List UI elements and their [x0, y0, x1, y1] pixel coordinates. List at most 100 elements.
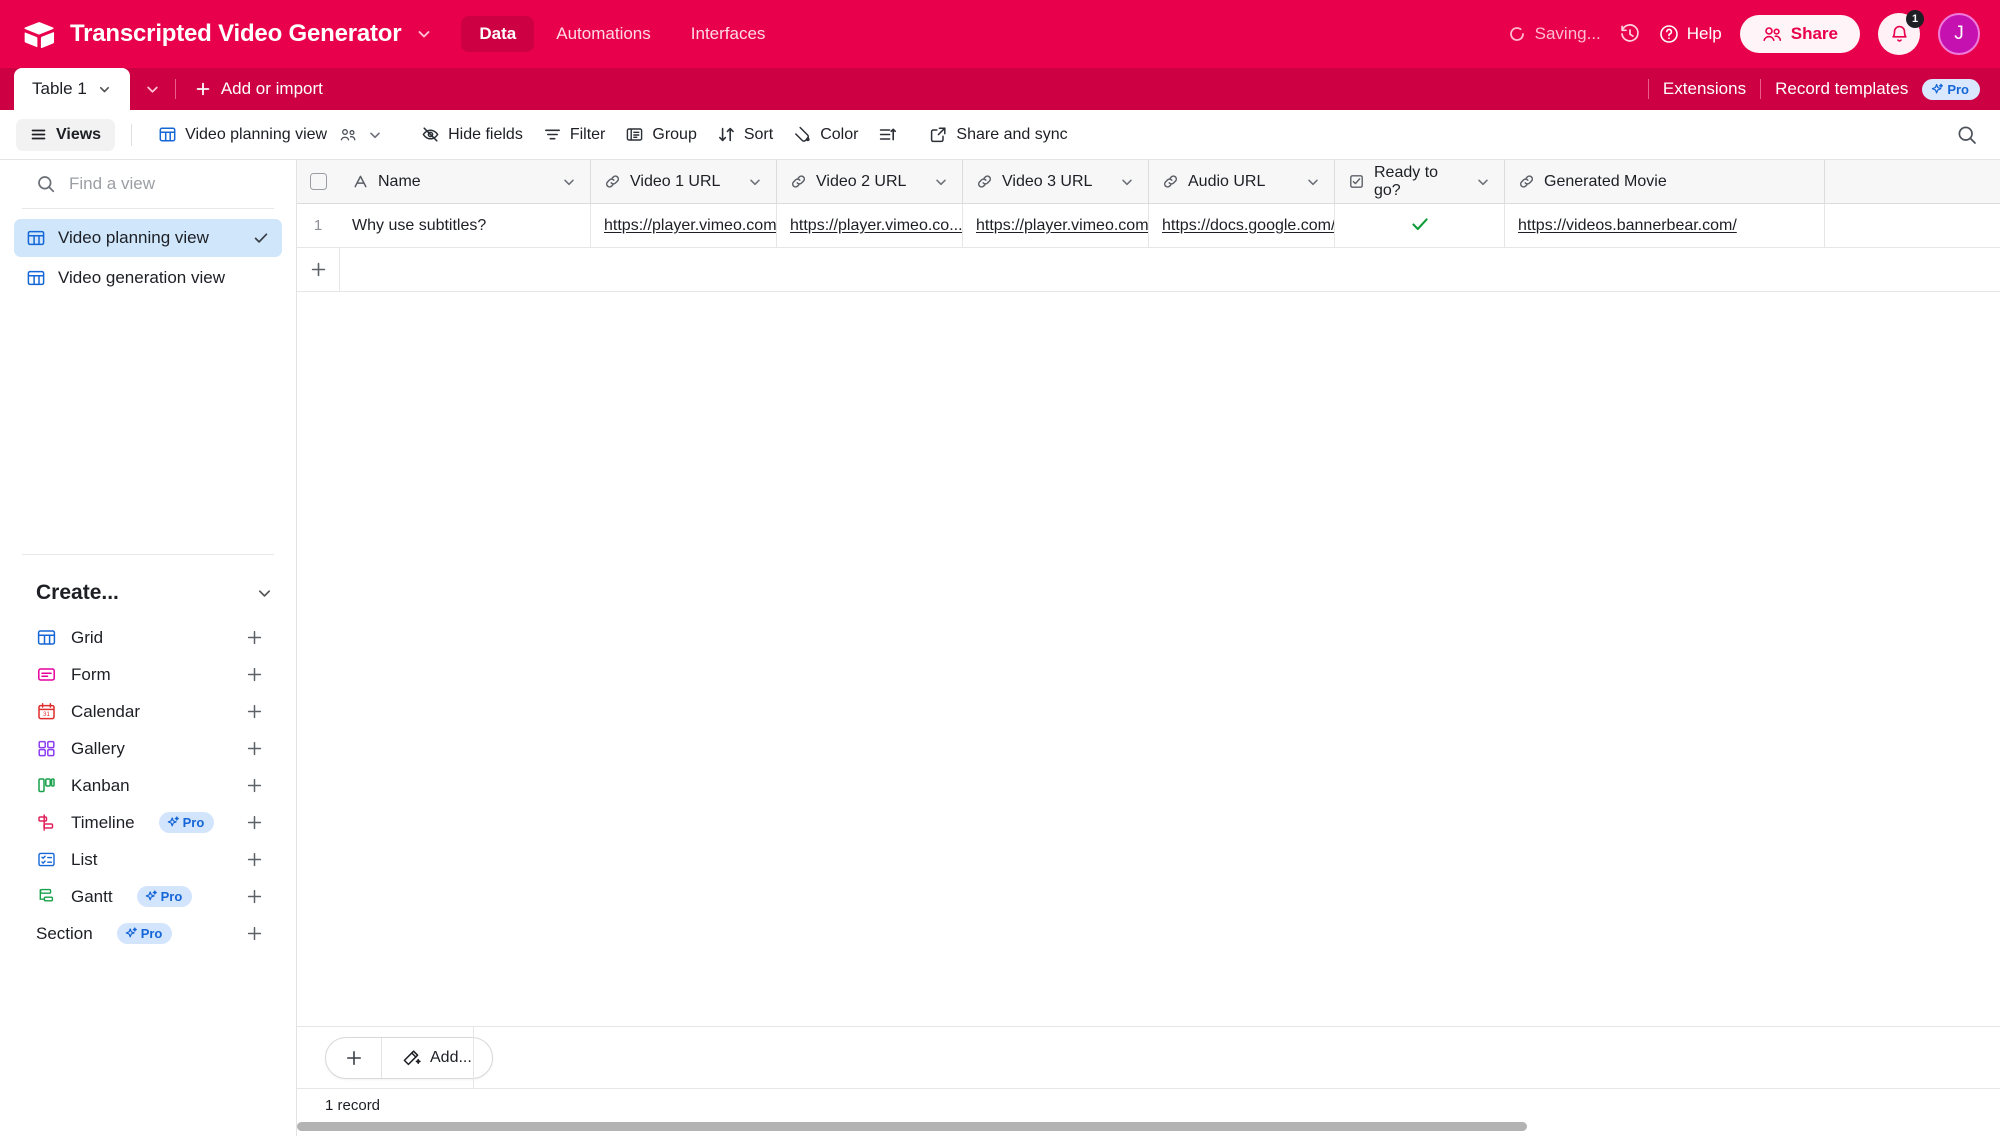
table-tab-table-1[interactable]: Table 1	[14, 68, 130, 110]
cell-link[interactable]: https://player.vimeo.com...	[604, 217, 777, 235]
chevron-down-icon[interactable]	[1119, 174, 1135, 190]
sidebar-item-video-generation-view[interactable]: Video generation view	[14, 259, 282, 297]
create-item-list[interactable]: List	[14, 841, 274, 878]
add-with-ai-button[interactable]: Add...	[382, 1038, 492, 1078]
chevron-down-icon[interactable]	[1305, 174, 1321, 190]
create-item-label: Timeline	[71, 813, 135, 833]
checkbox-icon[interactable]	[310, 173, 327, 190]
plus-icon[interactable]	[245, 887, 264, 906]
cell-ready-to-go[interactable]	[1335, 204, 1505, 247]
column-header-label: Video 2 URL	[816, 173, 906, 191]
plus-icon[interactable]	[245, 850, 264, 869]
create-section-header[interactable]: Create...	[0, 555, 296, 619]
plus-icon[interactable]	[245, 776, 264, 795]
cell-video-1-url[interactable]: https://player.vimeo.com...	[591, 204, 777, 247]
add-or-import-button[interactable]: Add or import	[176, 68, 341, 110]
hide-fields-button[interactable]: Hide fields	[411, 118, 533, 151]
chevron-down-icon[interactable]	[415, 25, 433, 43]
record-templates-button[interactable]: Record templates	[1775, 79, 1908, 99]
create-item-timeline[interactable]: Timeline Pro	[14, 804, 274, 841]
plus-icon[interactable]	[245, 924, 264, 943]
column-header-video-3-url[interactable]: Video 3 URL	[963, 160, 1149, 203]
add-record-group[interactable]: Add...	[325, 1037, 493, 1079]
column-header-generated-movie[interactable]: Generated Movie	[1505, 160, 1825, 203]
select-all-cell[interactable]	[297, 160, 339, 203]
cell-audio-url[interactable]: https://docs.google.com/...	[1149, 204, 1335, 247]
horizontal-scrollbar-track[interactable]	[297, 1122, 2000, 1136]
cell-video-2-url[interactable]: https://player.vimeo.co...	[777, 204, 963, 247]
create-item-grid[interactable]: Grid	[14, 619, 274, 656]
create-item-gallery[interactable]: Gallery	[14, 730, 274, 767]
pro-badge[interactable]: Pro	[117, 923, 173, 944]
column-header-audio-url[interactable]: Audio URL	[1149, 160, 1335, 203]
chevron-down-icon[interactable]	[97, 82, 112, 97]
group-button[interactable]: Group	[615, 118, 706, 151]
chevron-down-icon[interactable]	[561, 174, 577, 190]
check-icon[interactable]	[1409, 213, 1431, 239]
column-header-video-2-url[interactable]: Video 2 URL	[777, 160, 963, 203]
cell-video-3-url[interactable]: https://player.vimeo.com...	[963, 204, 1149, 247]
pro-badge[interactable]: Pro	[1922, 79, 1980, 100]
create-item-gantt[interactable]: Gantt Pro	[14, 878, 274, 915]
cell-link[interactable]: https://docs.google.com/...	[1162, 217, 1335, 235]
share-and-sync-button[interactable]: Share and sync	[919, 118, 1077, 151]
views-toggle-button[interactable]: Views	[16, 119, 115, 151]
column-header-video-1-url[interactable]: Video 1 URL	[591, 160, 777, 203]
search-icon[interactable]	[1948, 116, 1986, 154]
create-item-form[interactable]: Form	[14, 656, 274, 693]
chevron-down-icon[interactable]	[1475, 174, 1491, 190]
sidebar-item-video-planning-view[interactable]: Video planning view	[14, 219, 282, 257]
row-height-button[interactable]	[868, 118, 907, 151]
text-field-icon	[352, 173, 369, 190]
pro-badge[interactable]: Pro	[137, 886, 193, 907]
extensions-button[interactable]: Extensions	[1663, 79, 1746, 99]
column-header-ready-to-go[interactable]: Ready to go?	[1335, 160, 1505, 203]
notifications[interactable]: 1	[1878, 13, 1920, 55]
chevron-down-icon[interactable]	[255, 584, 274, 603]
find-view-row	[0, 160, 296, 208]
chevron-down-icon[interactable]	[933, 174, 949, 190]
sort-button[interactable]: Sort	[707, 118, 783, 151]
pro-badge[interactable]: Pro	[159, 812, 215, 833]
chevron-down-icon[interactable]	[747, 174, 763, 190]
filter-button[interactable]: Filter	[533, 118, 616, 151]
plus-icon[interactable]	[245, 665, 264, 684]
current-view-selector[interactable]: Video planning view	[148, 118, 393, 151]
cell-name[interactable]: Why use subtitles?	[339, 204, 591, 247]
hide-fields-label: Hide fields	[448, 126, 523, 144]
column-header-name[interactable]: Name	[339, 160, 591, 203]
cell-link[interactable]: https://player.vimeo.co...	[790, 217, 963, 235]
people-icon	[1762, 25, 1782, 43]
avatar[interactable]: J	[1938, 13, 1980, 55]
create-item-kanban[interactable]: Kanban	[14, 767, 274, 804]
cell-generated-movie[interactable]: https://videos.bannerbear.com/	[1505, 204, 1825, 247]
plus-icon[interactable]	[297, 260, 339, 279]
history-clock-icon[interactable]	[1619, 23, 1641, 45]
plus-icon[interactable]	[245, 702, 264, 721]
color-button[interactable]: Color	[783, 118, 868, 151]
create-item-label: Gantt	[71, 887, 113, 907]
add-row-rest[interactable]	[339, 248, 2000, 291]
plus-icon[interactable]	[245, 813, 264, 832]
cell-link[interactable]: https://player.vimeo.com...	[976, 217, 1149, 235]
tab-data[interactable]: Data	[461, 16, 534, 52]
cell-link[interactable]: https://videos.bannerbear.com/	[1518, 217, 1737, 235]
create-item-calendar[interactable]: 31 Calendar	[14, 693, 274, 730]
table-row[interactable]: 1 Why use subtitles? https://player.vime…	[297, 204, 2000, 248]
help-button[interactable]: Help	[1659, 24, 1722, 44]
share-button[interactable]: Share	[1740, 15, 1860, 53]
find-view-input[interactable]	[69, 174, 274, 194]
create-item-label: Calendar	[71, 702, 140, 722]
pro-badge-label: Pro	[141, 926, 163, 941]
create-item-section[interactable]: Section Pro	[14, 915, 274, 952]
chevron-down-icon[interactable]	[367, 127, 383, 143]
tab-automations[interactable]: Automations	[538, 16, 669, 52]
add-row[interactable]	[297, 248, 2000, 292]
plus-icon[interactable]	[326, 1038, 382, 1078]
plus-icon[interactable]	[245, 628, 264, 647]
airtable-logo-icon[interactable]	[22, 17, 56, 51]
horizontal-scrollbar-thumb[interactable]	[297, 1122, 1527, 1131]
tab-interfaces[interactable]: Interfaces	[673, 16, 784, 52]
plus-icon[interactable]	[245, 739, 264, 758]
table-list-chevron-down-icon[interactable]	[130, 68, 175, 110]
